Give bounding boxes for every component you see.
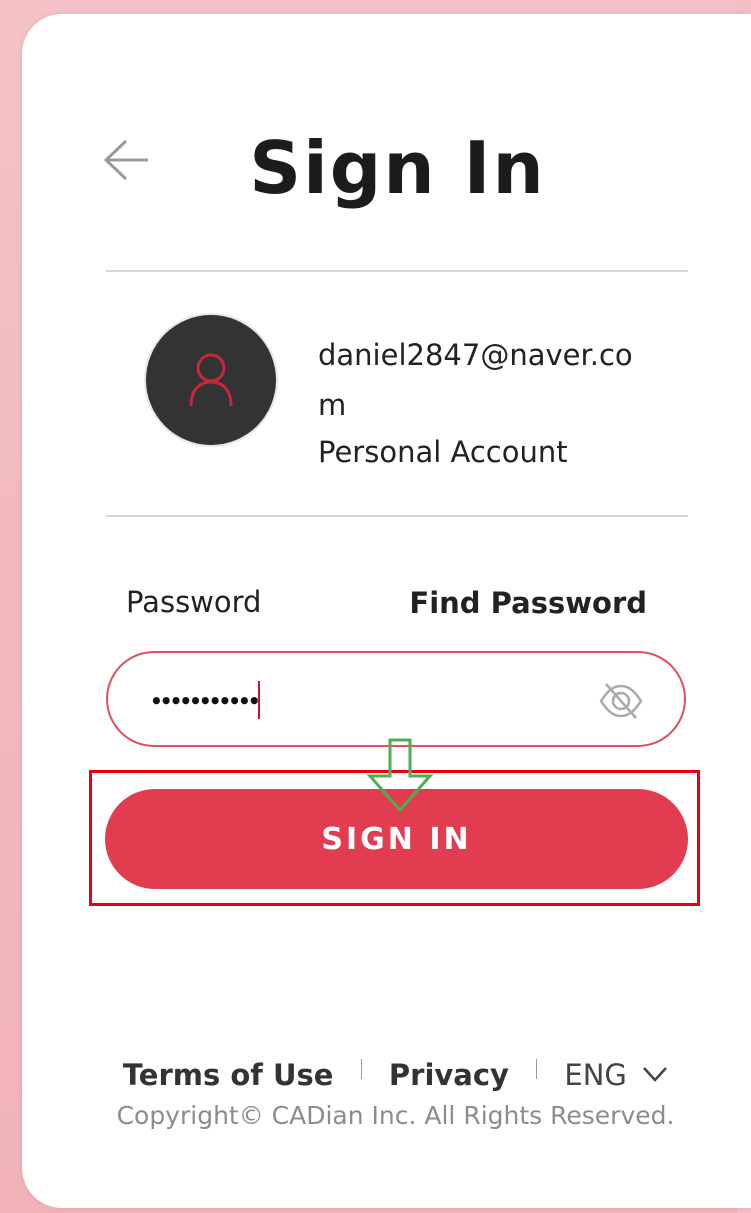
account-email: daniel2847@naver.com	[318, 338, 633, 422]
eye-slash-icon[interactable]	[598, 681, 644, 721]
language-selector[interactable]: ENG	[564, 1058, 668, 1092]
terms-link[interactable]: Terms of Use	[123, 1058, 334, 1092]
user-icon	[189, 353, 233, 407]
language-label: ENG	[564, 1058, 627, 1092]
footer-separator	[536, 1059, 538, 1079]
account-type: Personal Account	[318, 435, 568, 469]
avatar	[146, 315, 276, 445]
chevron-down-icon	[643, 1067, 668, 1082]
divider	[106, 270, 688, 272]
find-password-link[interactable]: Find Password	[409, 586, 647, 620]
footer-separator	[360, 1059, 362, 1079]
arrow-left-icon[interactable]	[102, 138, 152, 182]
password-label: Password	[126, 585, 262, 619]
annotation-arrow-icon	[366, 738, 434, 813]
privacy-link[interactable]: Privacy	[389, 1058, 509, 1092]
footer-links: Terms of Use Privacy ENG	[0, 1056, 751, 1092]
password-input[interactable]: •••••••••••	[106, 651, 686, 747]
divider	[106, 515, 688, 517]
password-value: •••••••••••	[150, 689, 261, 713]
copyright-text: Copyright© CADian Inc. All Rights Reserv…	[116, 1101, 675, 1130]
page-title: Sign In	[249, 126, 546, 210]
text-caret	[258, 681, 260, 719]
